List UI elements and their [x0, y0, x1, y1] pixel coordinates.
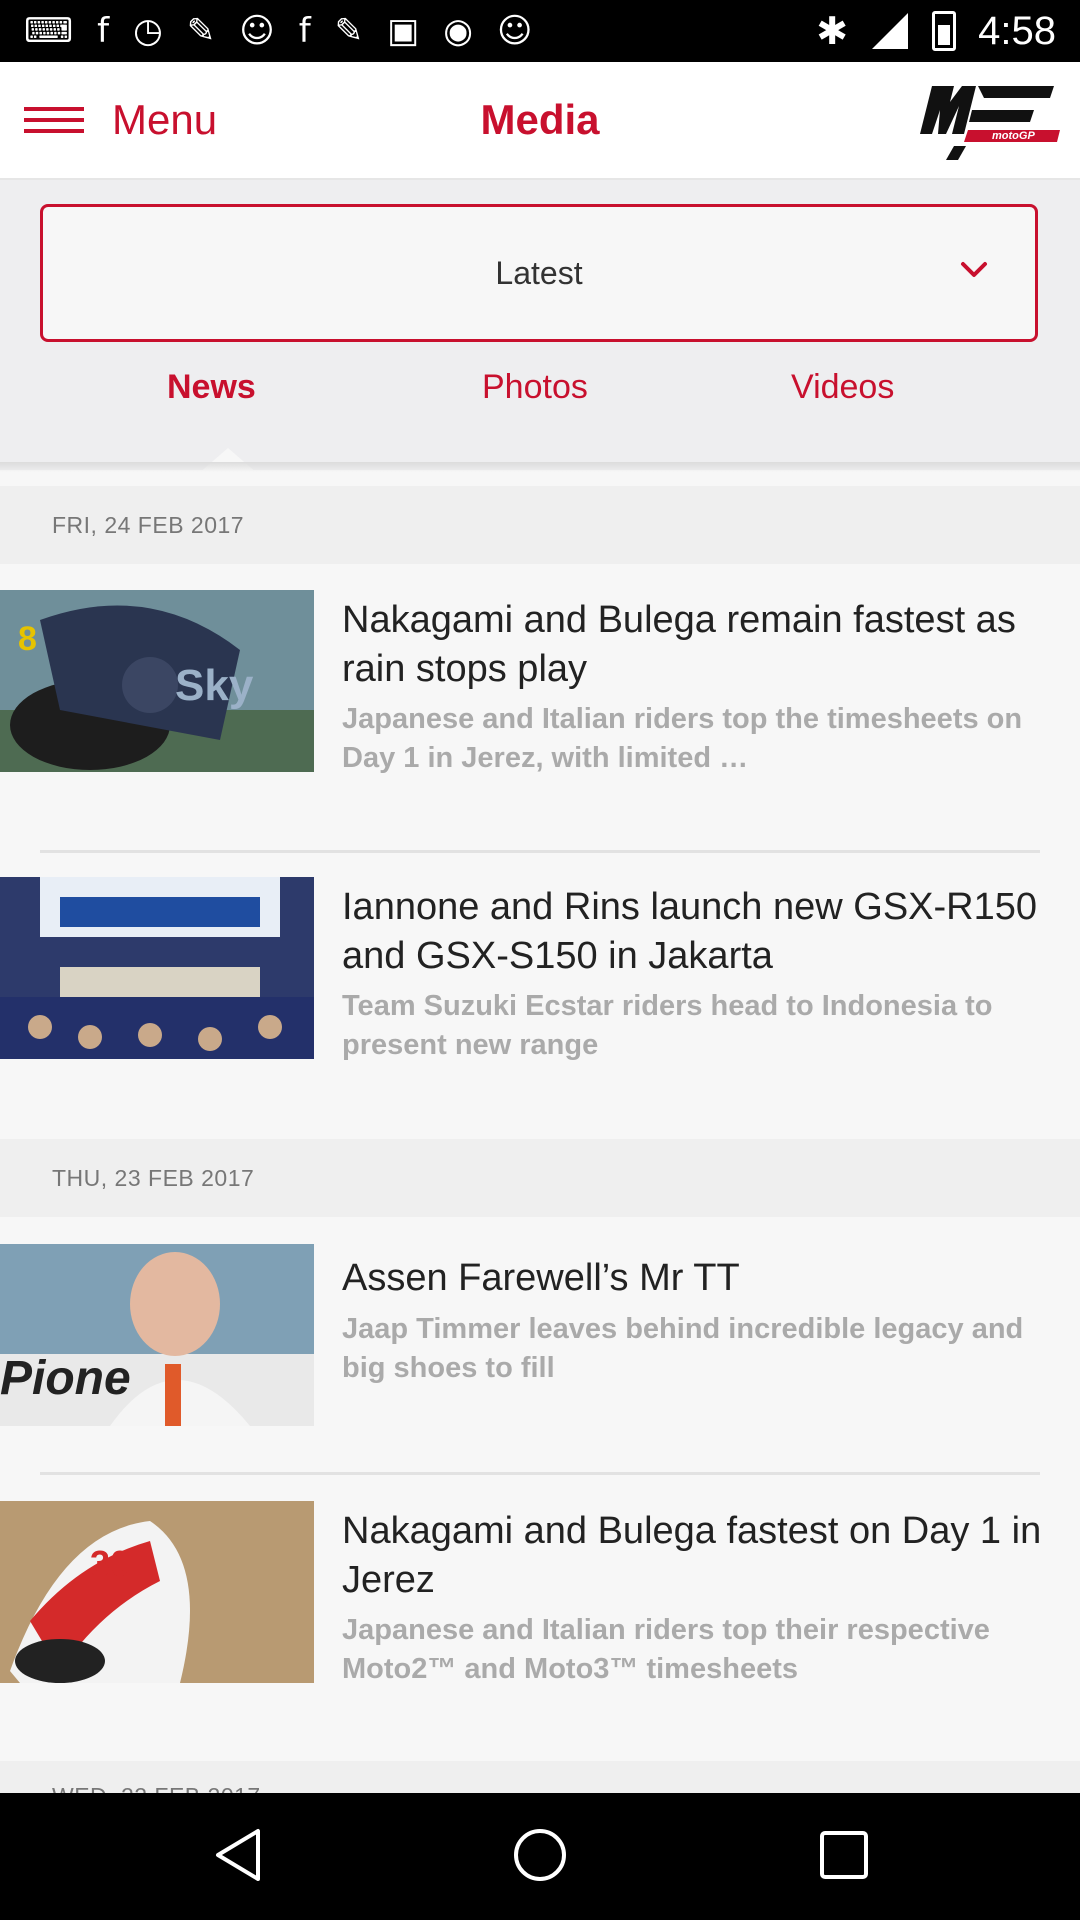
signal-icon [872, 13, 909, 49]
tab-videos[interactable]: Videos [791, 368, 894, 407]
smiley-icon: ☺ [239, 11, 275, 51]
article-thumbnail: Pione [0, 1244, 314, 1426]
date-label: THU, 23 FEB 2017 [52, 1165, 255, 1191]
article-thumbnail [0, 877, 314, 1059]
wrench-icon: ✎ [186, 11, 216, 51]
date-header: FRI, 24 FEB 2017 [0, 486, 1080, 564]
filter-dropdown[interactable]: Latest [40, 204, 1038, 342]
date-label: FRI, 24 FEB 2017 [52, 512, 245, 538]
article-thumbnail: Sky 8 [0, 590, 314, 772]
svg-text:motoGP: motoGP [992, 130, 1035, 142]
filter-selected: Latest [495, 255, 583, 291]
recents-icon[interactable] [812, 1823, 876, 1887]
home-icon[interactable] [508, 1823, 572, 1887]
article-description: Japanese and Italian riders top the time… [342, 703, 1023, 774]
clock-icon: ◷ [133, 11, 163, 51]
motogp-logo[interactable]: motoGP [914, 80, 1062, 162]
divider [40, 850, 1040, 853]
divider [40, 1472, 1040, 1475]
media-tabs: News Photos Videos [0, 358, 1080, 474]
filter-area: Latest News Photos Videos [0, 180, 1080, 474]
notification-icons: ⌨ f ◷ ✎ ☺ f ✎ ▣ ◉ ☺ [24, 11, 532, 51]
app-bar: Menu Media motoGP [0, 62, 1080, 180]
wrench-icon: ✎ [334, 11, 364, 51]
article-title: Nakagami and Bulega remain fastest as ra… [342, 599, 1016, 690]
svg-text:Sky: Sky [175, 661, 254, 710]
chevron-down-icon [961, 262, 987, 277]
svg-text:30: 30 [90, 1543, 130, 1584]
date-header: THU, 23 FEB 2017 [0, 1139, 1080, 1217]
article-thumbnail: 30 [0, 1501, 314, 1683]
back-icon[interactable] [208, 1823, 272, 1887]
clock-time: 4:58 [978, 8, 1056, 53]
article-description: Japanese and Italian riders top their re… [342, 1614, 990, 1685]
bluetooth-icon: ✱ [816, 9, 849, 53]
article-item[interactable]: Sky 8 Nakagami and Bulega remain fastest… [0, 590, 1080, 850]
camera-icon: ◉ [443, 11, 473, 51]
gamepad-icon: ⌨ [24, 11, 74, 51]
article-title: Nakagami and Bulega fastest on Day 1 in … [342, 1510, 1042, 1601]
article-description: Team Suzuki Ecstar riders head to Indone… [342, 990, 993, 1061]
svg-text:8: 8 [18, 620, 37, 658]
news-icon: ▣ [387, 11, 420, 51]
status-bar: ⌨ f ◷ ✎ ☺ f ✎ ▣ ◉ ☺ ✱ 4:58 [0, 0, 1080, 62]
tabs-shadow [0, 462, 1080, 472]
article-title: Iannone and Rins launch new GSX-R150 and… [342, 886, 1038, 977]
article-description: Jaap Timmer leaves behind incredible leg… [342, 1313, 1024, 1384]
svg-text:Pione: Pione [0, 1352, 131, 1405]
article-title: Assen Farewell’s Mr TT [342, 1257, 740, 1299]
tab-news[interactable]: News [167, 368, 256, 407]
system-nav-bar [0, 1793, 1080, 1920]
article-item[interactable]: Pione Assen Farewell’s Mr TT Jaap Timmer… [0, 1244, 1080, 1474]
article-item[interactable]: 30 Nakagami and Bulega fastest on Day 1 … [0, 1501, 1080, 1761]
date-label: WED, 22 FEB 2017 [52, 1761, 261, 1793]
battery-icon [932, 11, 957, 51]
date-header: WED, 22 FEB 2017 [0, 1761, 1080, 1793]
facebook-icon: f [298, 11, 311, 51]
article-item[interactable]: Iannone and Rins launch new GSX-R150 and… [0, 877, 1080, 1137]
tab-photos[interactable]: Photos [482, 368, 588, 407]
facebook-icon: f [97, 11, 110, 51]
smiley-icon: ☺ [496, 11, 533, 51]
